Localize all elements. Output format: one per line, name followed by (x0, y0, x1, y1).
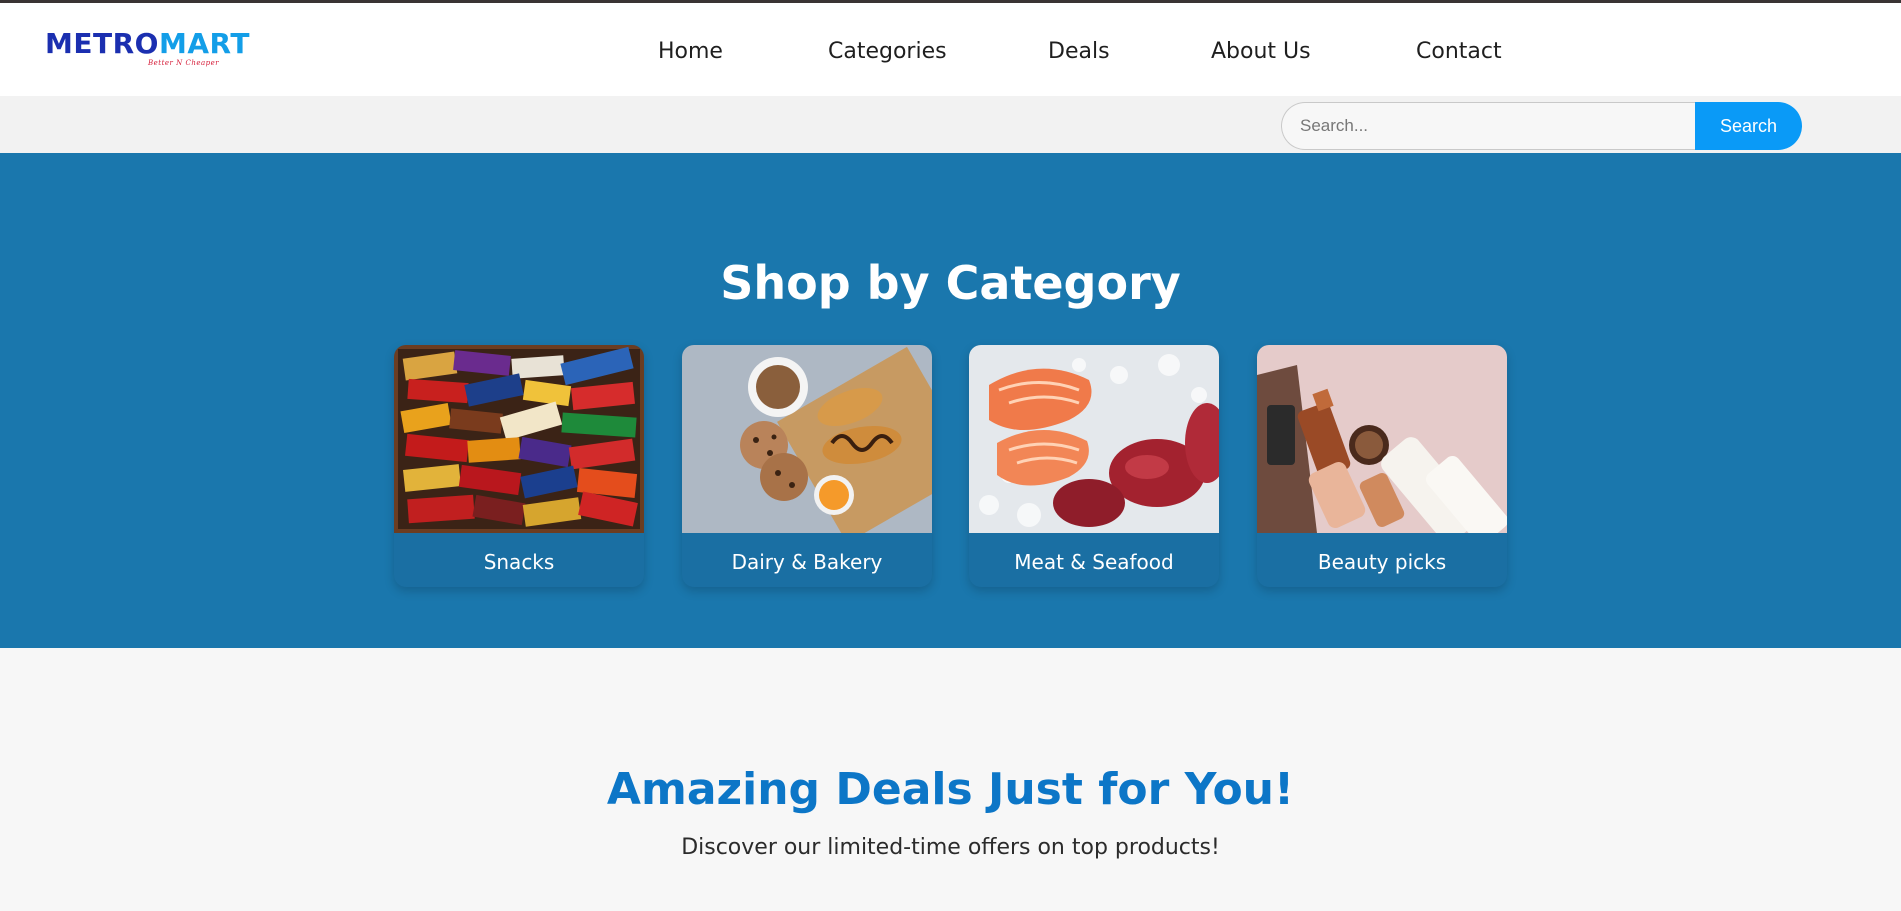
search-input[interactable] (1281, 102, 1695, 150)
seafood-photo (969, 345, 1219, 533)
nav-contact[interactable]: Contact (1416, 35, 1502, 69)
category-label-dairy-bakery: Dairy & Bakery (731, 550, 883, 574)
category-section-title: Shop by Category (720, 256, 1181, 310)
search-button[interactable]: Search (1695, 102, 1802, 150)
deals-section-subtitle: Discover our limited-time offers on top … (681, 835, 1220, 860)
search-bar: Search (0, 96, 1901, 153)
category-card-snacks[interactable]: Snacks (394, 345, 644, 587)
nav-categories[interactable]: Categories (828, 35, 947, 69)
category-label-meat-seafood: Meat & Seafood (1014, 550, 1174, 574)
beauty-photo (1257, 345, 1507, 533)
bakery-photo (682, 345, 932, 533)
category-card-meat-seafood[interactable]: Meat & Seafood (969, 345, 1219, 587)
deals-section-title: Amazing Deals Just for You! (606, 764, 1295, 815)
category-label-snacks: Snacks (483, 550, 555, 574)
category-card-dairy-bakery[interactable]: Dairy & Bakery (682, 345, 932, 587)
nav-deals[interactable]: Deals (1048, 35, 1110, 69)
nav-home[interactable]: Home (658, 35, 723, 69)
top-header: METROMART Better N Cheaper Home Categori… (0, 0, 1901, 96)
category-card-beauty-picks[interactable]: Beauty picks (1257, 345, 1507, 587)
category-label-beauty-picks: Beauty picks (1317, 550, 1447, 574)
category-section: Shop by Category Snacks Dairy & Bakery M… (0, 153, 1901, 648)
nav-about-us[interactable]: About Us (1211, 35, 1311, 69)
deals-section: Amazing Deals Just for You! Discover our… (0, 648, 1901, 911)
snacks-photo (394, 345, 644, 533)
main-nav: Home Categories Deals About Us Contact (0, 35, 1901, 69)
